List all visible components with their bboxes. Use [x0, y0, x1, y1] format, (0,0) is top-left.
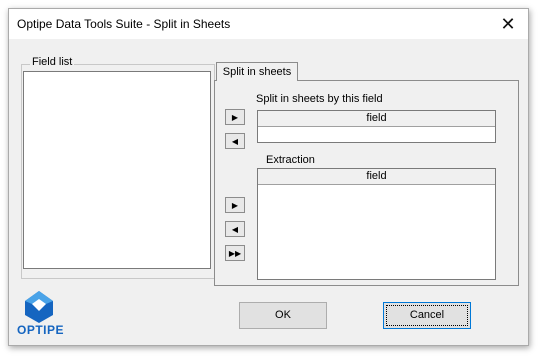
- close-icon[interactable]: ✕: [495, 12, 521, 36]
- split-add-button[interactable]: ▶: [225, 109, 245, 125]
- logo-text: OPTIPE: [17, 323, 65, 337]
- split-field-column-header[interactable]: field: [258, 111, 495, 127]
- extraction-add-button[interactable]: ▶: [225, 197, 245, 213]
- extraction-remove-button[interactable]: ◀: [225, 221, 245, 237]
- extraction-field-list[interactable]: field: [257, 168, 496, 280]
- extraction-label: Extraction: [266, 154, 315, 166]
- ok-label: OK: [275, 309, 291, 321]
- cancel-label: Cancel: [409, 309, 445, 321]
- optipe-logo-icon: [25, 291, 53, 323]
- optipe-logo: OPTIPE: [13, 289, 65, 341]
- split-field-list[interactable]: field: [257, 110, 496, 143]
- field-list-label: Field list: [30, 56, 75, 68]
- extraction-column-header[interactable]: field: [258, 169, 495, 185]
- ok-button[interactable]: OK: [239, 302, 327, 329]
- tab-label: Split in sheets: [222, 66, 292, 78]
- split-in-sheets-dialog: Optipe Data Tools Suite - Split in Sheet…: [8, 8, 529, 346]
- extraction-add-all-button[interactable]: ▶▶: [225, 245, 245, 261]
- split-remove-button[interactable]: ◀: [225, 133, 245, 149]
- field-list-box[interactable]: [23, 71, 211, 269]
- cancel-button[interactable]: Cancel: [383, 302, 471, 329]
- split-field-label: Split in sheets by this field: [256, 93, 383, 105]
- title-bar: Optipe Data Tools Suite - Split in Sheet…: [9, 9, 528, 39]
- window-title: Optipe Data Tools Suite - Split in Sheet…: [17, 17, 231, 31]
- tab-split-in-sheets[interactable]: Split in sheets: [216, 62, 298, 81]
